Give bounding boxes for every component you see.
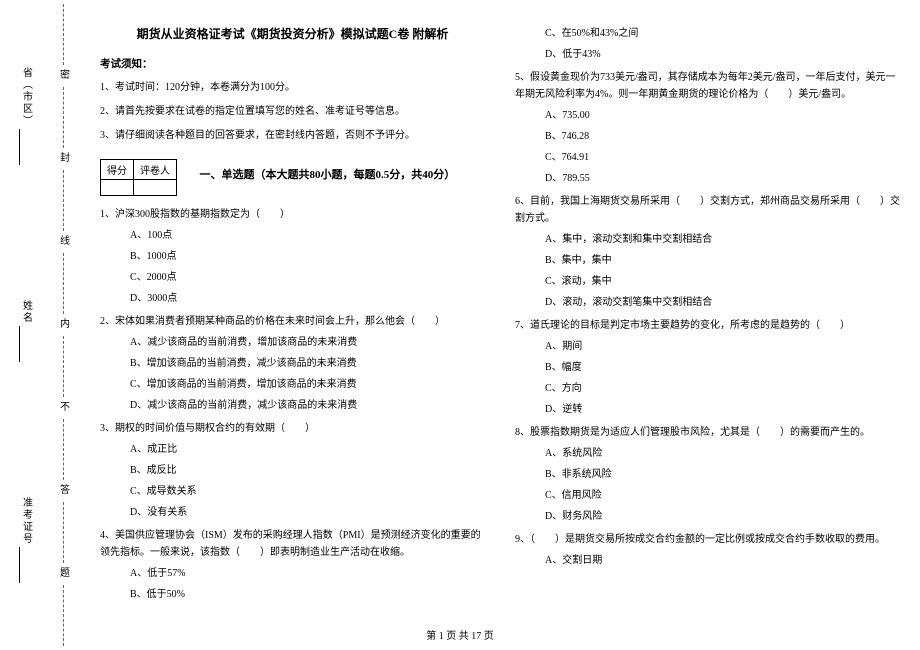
score-row: 得分 评卷人 一、单选题（本大题共80小题，每题0.5分，共40分） — [100, 151, 485, 200]
notice-item: 1、考试时间：120分钟，本卷满分为100分。 — [100, 79, 485, 97]
question-option: D、逆转 — [545, 401, 900, 418]
question-option: A、低于57% — [130, 565, 485, 582]
binding-form-labels: 省（市区） 姓名 准考证号 — [16, 0, 36, 650]
notice-item: 3、请仔细阅读各种题目的回答要求，在密封线内答题，否则不予评分。 — [100, 127, 485, 145]
seal-marker: 封 — [56, 152, 71, 166]
question-option: D、789.55 — [545, 170, 900, 187]
question-stem: 5、假设黄金现价为733美元/盎司，其存储成本为每年2美元/盎司，一年后支付，美… — [515, 69, 900, 103]
dashed-line-icon — [63, 502, 64, 563]
label-province: 省（市区） — [19, 67, 34, 165]
label-id: 准考证号 — [19, 497, 34, 583]
question-option: A、集中，滚动交割和集中交割相结合 — [545, 231, 900, 248]
question-option: B、集中，集中 — [545, 252, 900, 269]
question-option: B、低于50% — [130, 586, 485, 603]
seal-marker: 内 — [56, 318, 71, 332]
question-option: B、1000点 — [130, 248, 485, 265]
underline-icon — [19, 326, 20, 362]
exam-title: 期货从业资格证考试《期货投资分析》模拟试题C卷 附解析 — [100, 25, 485, 42]
score-table: 得分 评卷人 — [100, 159, 177, 196]
question-option: A、期间 — [545, 338, 900, 355]
question-option: B、非系统风险 — [545, 466, 900, 483]
seal-marker: 线 — [56, 235, 71, 249]
question-option: B、746.28 — [545, 128, 900, 145]
question-option: A、100点 — [130, 227, 485, 244]
question-option: C、764.91 — [545, 149, 900, 166]
exam-content: 期货从业资格证考试《期货投资分析》模拟试题C卷 附解析 考试须知： 1、考试时间… — [100, 25, 900, 620]
dashed-line-icon — [63, 419, 64, 480]
question-stem: 4、美国供应管理协会（ISM）发布的采购经理人指数（PMI）是预测经济变化的重要… — [100, 527, 485, 561]
question-option: A、减少该商品的当前消费，增加该商品的未来消费 — [130, 334, 485, 351]
question-option: A、交割日期 — [545, 552, 900, 569]
dashed-line-icon — [63, 253, 64, 314]
score-header-score: 得分 — [101, 160, 134, 180]
question-option: C、在50%和43%之间 — [545, 25, 900, 42]
question-stem: 1、沪深300股指数的基期指数定为（ ） — [100, 206, 485, 223]
dashed-line-icon — [63, 4, 64, 65]
question-option: D、滚动，滚动交割笔集中交割相结合 — [545, 294, 900, 311]
question-stem: 9、（ ）是期货交易所按成交合约金额的一定比例或按成交合约手数收取的费用。 — [515, 531, 900, 548]
question-option: C、成导数关系 — [130, 483, 485, 500]
question-option: D、没有关系 — [130, 504, 485, 521]
question-option: D、低于43% — [545, 46, 900, 63]
question-stem: 7、道氏理论的目标是判定市场主要趋势的变化，所考虑的是趋势的（ ） — [515, 317, 900, 334]
page: 省（市区） 姓名 准考证号 密 封 线 内 不 答 题 期货从业资格证考试《期货… — [0, 0, 920, 650]
question-stem: 8、股票指数期货是为适应人们管理股市风险，尤其是（ ）的需要而产生的。 — [515, 424, 900, 441]
question-option: A、735.00 — [545, 107, 900, 124]
question-option: C、增加该商品的当前消费，增加该商品的未来消费 — [130, 376, 485, 393]
section-title: 一、单选题（本大题共80小题，每题0.5分，共40分） — [200, 169, 456, 181]
underline-icon — [19, 547, 20, 583]
seal-marker: 答 — [56, 484, 71, 498]
underline-icon — [19, 129, 20, 165]
question-option: C、2000点 — [130, 269, 485, 286]
question-option: C、信用风险 — [545, 487, 900, 504]
dashed-line-icon — [63, 87, 64, 148]
seal-marker: 题 — [56, 567, 71, 581]
question-option: C、方向 — [545, 380, 900, 397]
question-stem: 3、期权的时间价值与期权合约的有效期（ ） — [100, 420, 485, 437]
question-option: C、滚动，集中 — [545, 273, 900, 290]
score-header-grader: 评卷人 — [134, 160, 177, 180]
score-cell — [101, 180, 134, 196]
question-option: D、3000点 — [130, 290, 485, 307]
question-option: B、增加该商品的当前消费，减少该商品的未来消费 — [130, 355, 485, 372]
dashed-line-icon — [63, 170, 64, 231]
seal-marker: 不 — [56, 401, 71, 415]
question-option: B、成反比 — [130, 462, 485, 479]
notice-header: 考试须知： — [100, 56, 485, 71]
binding-seal-line: 密 封 线 内 不 答 题 — [38, 0, 88, 650]
question-stem: 2、宋体如果消费者预期某种商品的价格在未来时间会上升，那么他会（ ） — [100, 313, 485, 330]
seal-marker: 密 — [56, 69, 71, 83]
notice-item: 2、请首先按要求在试卷的指定位置填写您的姓名、准考证号等信息。 — [100, 103, 485, 121]
question-option: A、系统风险 — [545, 445, 900, 462]
label-name: 姓名 — [19, 300, 34, 362]
question-option: B、幅度 — [545, 359, 900, 376]
question-stem: 6、目前，我国上海期货交易所采用（ ）交割方式，郑州商品交易所采用（ ）交割方式… — [515, 193, 900, 227]
question-option: D、减少该商品的当前消费，减少该商品的未来消费 — [130, 397, 485, 414]
page-footer: 第 1 页 共 17 页 — [0, 627, 920, 642]
question-option: A、成正比 — [130, 441, 485, 458]
dashed-line-icon — [63, 336, 64, 397]
question-option: D、财务风险 — [545, 508, 900, 525]
score-cell — [134, 180, 177, 196]
